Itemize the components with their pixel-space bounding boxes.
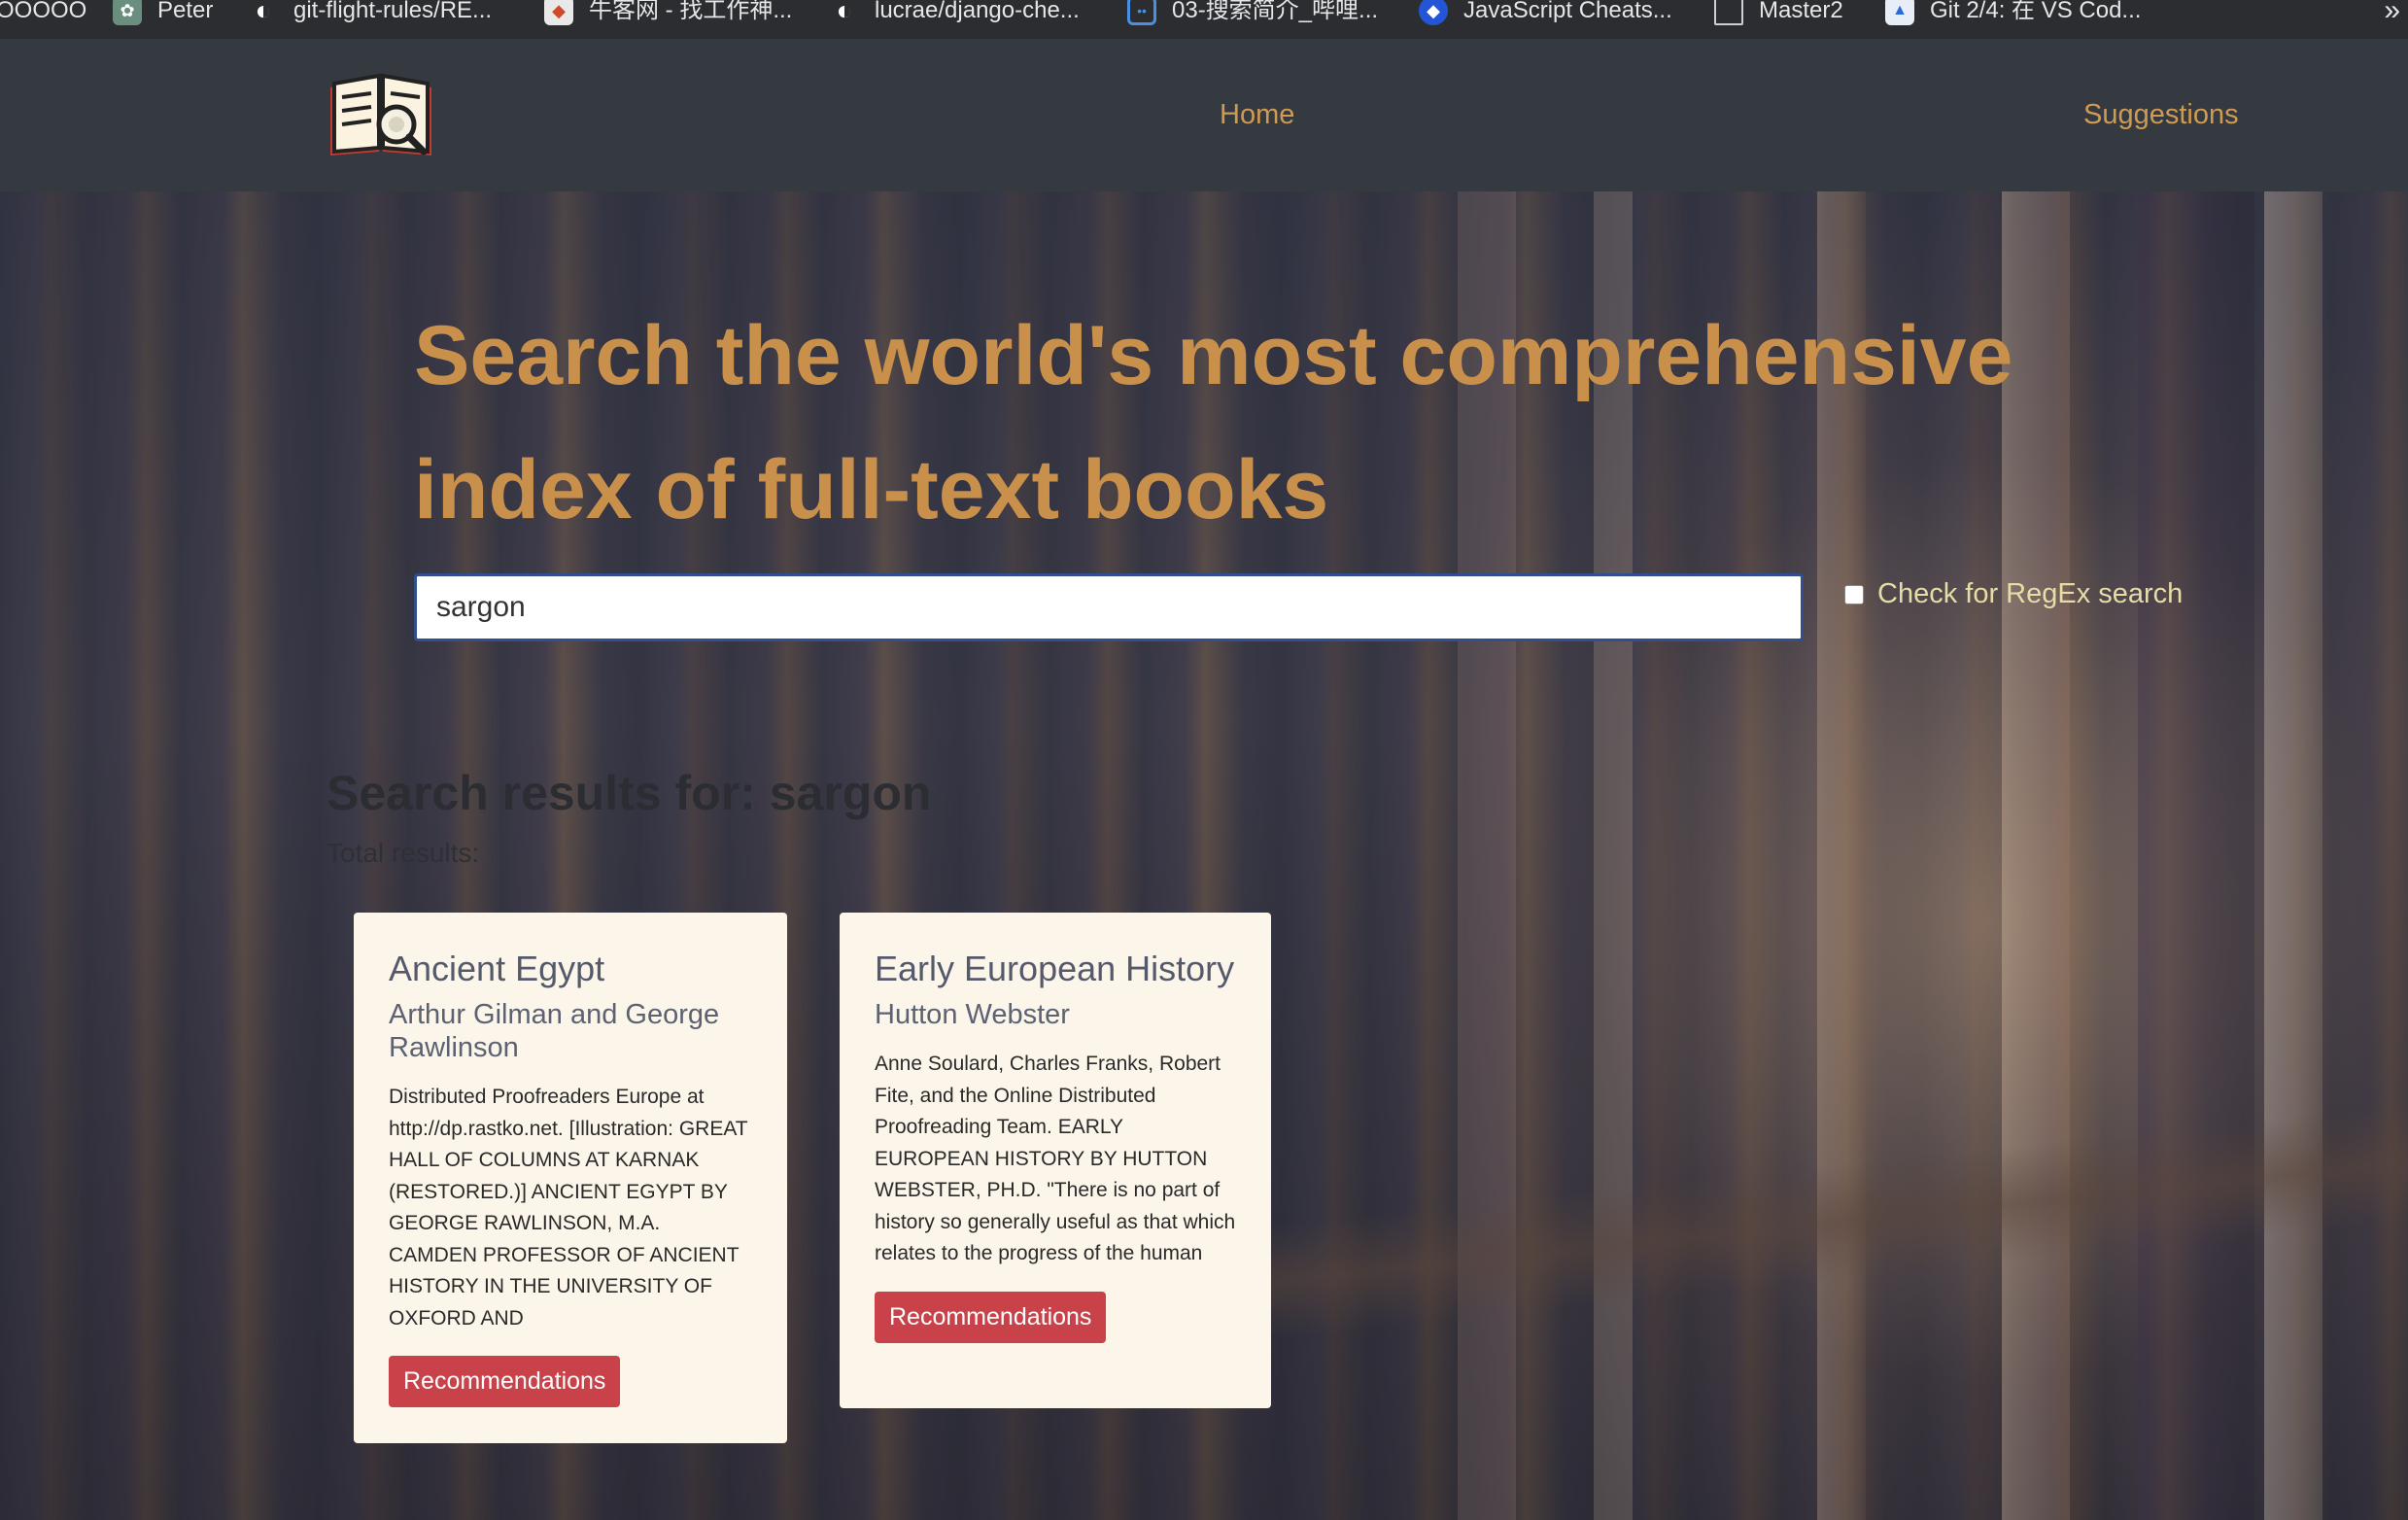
bookmarks-overflow-icon[interactable]: » [2384,0,2400,27]
bookmark-item[interactable]: ◐ lucrae/django-che... [830,0,1080,24]
book-spine-decoration [2264,191,2322,1520]
recommendations-button[interactable]: Recommendations [389,1356,621,1407]
card-author: Arthur Gilman and George Rawlinson [389,999,720,1063]
bookmark-item[interactable]: Master2 [1714,0,1843,25]
regex-checkbox-wrap[interactable]: Check for RegEx search [1844,578,2183,610]
bookmark-item[interactable]: OOOOO [0,0,86,22]
result-card: Early European History Hutton Webster An… [840,913,1271,1408]
book-spine-decoration [2138,191,2254,1520]
recommendations-button[interactable]: Recommendations [875,1292,1107,1343]
bookmark-item[interactable]: ◐ git-flight-rules/RE... [249,0,493,24]
card-excerpt: Anne Soulard, Charles Franks, Robert Fit… [875,1053,1236,1264]
bookmark-item[interactable]: ◆ JavaScript Cheats... [1419,0,1672,25]
chart-icon: ▲ [1885,0,1914,25]
regex-checkbox-label[interactable]: Check for RegEx search [1877,578,2183,610]
card-excerpt: Distributed Proofreaders Europe at http:… [389,1086,748,1330]
bookmarks-bar: OOOOO ✿ Peter ◐ git-flight-rules/RE... ◆… [0,0,2408,39]
nowcoder-icon: ◆ [544,0,573,25]
hero-section: Search the world's most comprehensive in… [0,191,2408,1520]
results-title: Search results for: sargon [327,766,932,820]
regex-checkbox[interactable] [1844,584,1864,605]
card-title: Early European History [875,949,1235,988]
bookmark-item[interactable]: ▲ Git 2/4: 在 VS Cod... [1885,0,2141,25]
page-headline: Search the world's most comprehensive in… [414,309,2013,536]
bookmark-item[interactable]: •• 03-搜索简介_哔哩... [1127,0,1378,25]
bookmark-item[interactable]: ✿ Peter [113,0,213,25]
nav-home-link[interactable]: Home [1220,99,1294,131]
card-author: Hutton Webster [875,999,1070,1030]
diamond-icon: ◆ [1419,0,1448,25]
openai-icon: ✿ [113,0,142,25]
bilibili-icon: •• [1127,0,1156,25]
nav-suggestions-link[interactable]: Suggestions [2083,99,2239,131]
navbar: Home Suggestions [0,39,2408,191]
bookmark-item[interactable]: ◆ 牛客网 - 找工作神... [544,0,792,25]
card-title: Ancient Egypt [389,949,605,988]
total-results-label: Total results: [327,838,480,868]
search-input[interactable] [414,573,1804,641]
result-card: Ancient Egypt Arthur Gilman and George R… [354,913,787,1443]
book-logo-icon[interactable] [327,70,435,159]
github-icon: ◐ [255,0,272,25]
window-icon [1714,0,1743,25]
github-icon: ◐ [836,0,853,25]
